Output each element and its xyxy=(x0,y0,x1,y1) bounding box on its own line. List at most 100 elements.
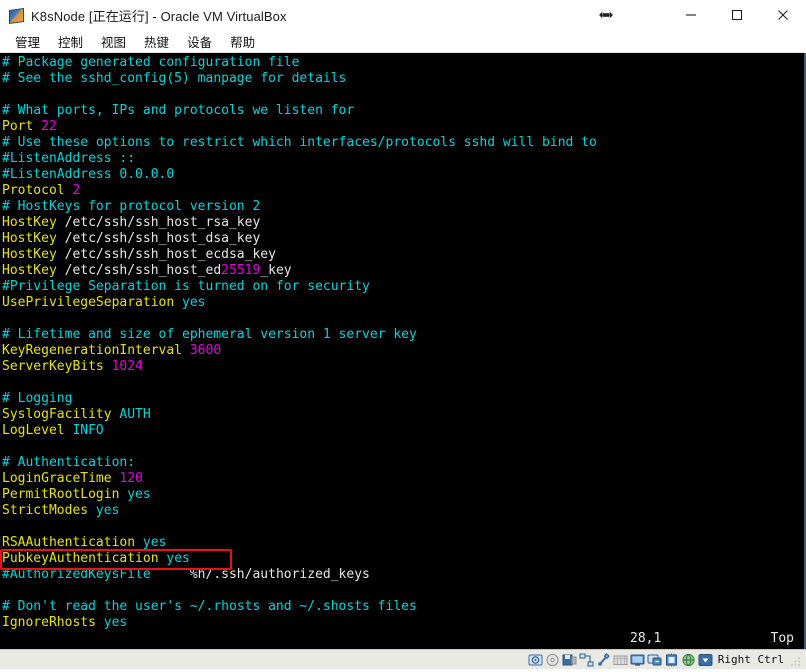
terminal-span: 25519 xyxy=(221,263,261,278)
menu-view[interactable]: 视图 xyxy=(92,31,135,52)
terminal-span: HostKey xyxy=(2,263,57,278)
terminal-span: Port xyxy=(2,119,42,134)
cpu-icon[interactable] xyxy=(664,653,679,667)
terminal-line: # What ports, IPs and protocols we liste… xyxy=(2,103,804,119)
window-controls xyxy=(586,0,806,30)
terminal-span: 2 xyxy=(72,183,81,198)
menu-bar: 管理 控制 视图 热键 设备 帮助 xyxy=(0,30,806,53)
terminal-line: #ListenAddress 0.0.0.0 xyxy=(2,167,804,183)
terminal-span: # What ports, IPs and protocols we liste… xyxy=(2,103,355,118)
hard-disk-icon[interactable] xyxy=(528,653,543,667)
terminal-line: HostKey /etc/ssh/ssh_host_ed25519_key xyxy=(2,263,804,279)
terminal-span: HostKey xyxy=(2,247,57,262)
terminal-line: # See the sshd_config(5) manpage for det… xyxy=(2,71,804,87)
terminal-span: /etc/ssh/ssh_host_dsa_key xyxy=(56,231,261,246)
terminal-span: /etc/ssh/ssh_host_ecdsa_key xyxy=(56,247,276,262)
terminal-span: # Don't read the user's ~/.rhosts and ~/… xyxy=(2,599,417,614)
terminal-span: 22 xyxy=(41,119,57,134)
terminal-line: # Lifetime and size of ephemeral version… xyxy=(2,327,804,343)
terminal-span: yes xyxy=(142,535,167,550)
terminal-span: # Use these options to restrict which in… xyxy=(2,135,597,150)
terminal-line: #AuthorizedKeysFile %h/.ssh/authorized_k… xyxy=(2,567,804,583)
terminal-span: %h/.ssh/authorized_keys xyxy=(150,567,370,582)
terminal-line: #Privilege Separation is turned on for s… xyxy=(2,279,804,295)
terminal-line: LogLevel INFO xyxy=(2,423,804,439)
terminal-span: UsePrivilegeSeparation xyxy=(2,295,183,310)
terminal-span: StrictModes xyxy=(2,503,96,518)
title-bar: K8sNode [正在运行] - Oracle VM VirtualBox xyxy=(0,0,806,30)
terminal-span: 3600 xyxy=(189,343,222,358)
scroll-indicator: Top xyxy=(770,631,794,646)
terminal-span: LogLevel xyxy=(2,423,73,438)
terminal-line: UsePrivilegeSeparation yes xyxy=(2,295,804,311)
terminal-span: KeyRegenerationInterval xyxy=(2,343,190,358)
resize-grip-icon[interactable] xyxy=(790,654,802,666)
resize-arrows-icon[interactable] xyxy=(586,0,626,30)
terminal-line: Protocol 2 xyxy=(2,183,804,199)
menu-devices[interactable]: 设备 xyxy=(178,31,221,52)
terminal-span: _key xyxy=(260,263,292,278)
terminal-span: LoginGraceTime xyxy=(2,471,120,486)
menu-help[interactable]: 帮助 xyxy=(221,31,264,52)
menu-hotkey[interactable]: 热键 xyxy=(135,31,178,52)
close-icon[interactable] xyxy=(760,0,806,30)
terminal-line: ServerKeyBits 1024 xyxy=(2,359,804,375)
terminal-span: # See the sshd_config(5) manpage for det… xyxy=(2,71,347,86)
terminal-span: SyslogFacility xyxy=(2,407,120,422)
terminal-line: # Authentication: xyxy=(2,455,804,471)
terminal-line: # Use these options to restrict which in… xyxy=(2,135,804,151)
terminal-span: # Package generated configuration file xyxy=(2,55,300,70)
terminal-line: # Don't read the user's ~/.rhosts and ~/… xyxy=(2,599,804,615)
terminal-span: PermitRootLogin xyxy=(2,487,128,502)
terminal-line: SyslogFacility AUTH xyxy=(2,407,804,423)
terminal-line: PermitRootLogin yes xyxy=(2,487,804,503)
minimize-icon[interactable] xyxy=(668,0,714,30)
terminal-line: # Logging xyxy=(2,391,804,407)
menu-control[interactable]: 控制 xyxy=(49,31,92,52)
remote-desktop-icon[interactable] xyxy=(647,653,662,667)
virtualbox-window: K8sNode [正在运行] - Oracle VM VirtualBox 管理… xyxy=(0,0,806,669)
terminal-span: RSAAuthentication xyxy=(2,535,143,550)
terminal-line: IgnoreRhosts yes xyxy=(2,615,804,631)
terminal-span: IgnoreRhosts xyxy=(2,615,104,630)
host-key-label: Right Ctrl xyxy=(717,653,784,666)
guest-screen[interactable]: # Package generated configuration file # … xyxy=(0,53,806,649)
maximize-icon[interactable] xyxy=(714,0,760,30)
terminal-span: /etc/ssh/ssh_host_rsa_key xyxy=(56,215,261,230)
terminal-span: #AuthorizedKeysFile xyxy=(2,567,151,582)
terminal-span: #Privilege Separation is turned on for s… xyxy=(2,279,370,294)
terminal-span: # Lifetime and size of ephemeral version… xyxy=(2,327,417,342)
settings-globe-icon[interactable] xyxy=(681,653,696,667)
terminal-line: Port 22 xyxy=(2,119,804,135)
terminal-span: yes xyxy=(127,487,151,502)
shared-folder-icon[interactable] xyxy=(613,653,628,667)
terminal-line: # Package generated configuration file xyxy=(2,55,804,71)
terminal-span: HostKey xyxy=(2,215,57,230)
terminal-line: #ListenAddress :: xyxy=(2,151,804,167)
vim-editor-buffer[interactable]: # Package generated configuration file # … xyxy=(0,53,804,649)
cursor-position: 28,1 xyxy=(630,631,662,646)
terminal-span: yes xyxy=(182,295,206,310)
terminal-line: LoginGraceTime 120 xyxy=(2,471,804,487)
terminal-span: ServerKeyBits xyxy=(2,359,112,374)
network-icon[interactable] xyxy=(579,653,594,667)
display-icon[interactable] xyxy=(630,653,645,667)
optical-disk-icon[interactable] xyxy=(545,653,560,667)
terminal-line: RSAAuthentication yes xyxy=(2,535,804,551)
floppy-disk-icon[interactable] xyxy=(562,653,577,667)
terminal-span: # HostKeys for protocol version 2 xyxy=(2,199,261,214)
terminal-span: 1024 xyxy=(111,359,143,374)
menu-manage[interactable]: 管理 xyxy=(6,31,49,52)
terminal-span: AUTH xyxy=(119,407,151,422)
window-title: K8sNode [正在运行] - Oracle VM VirtualBox xyxy=(31,8,287,24)
usb-icon[interactable] xyxy=(596,652,611,667)
terminal-line: StrictModes yes xyxy=(2,503,804,519)
host-key-icon[interactable] xyxy=(698,653,713,667)
terminal-span: # Logging xyxy=(2,391,73,406)
terminal-span: yes xyxy=(103,615,128,630)
